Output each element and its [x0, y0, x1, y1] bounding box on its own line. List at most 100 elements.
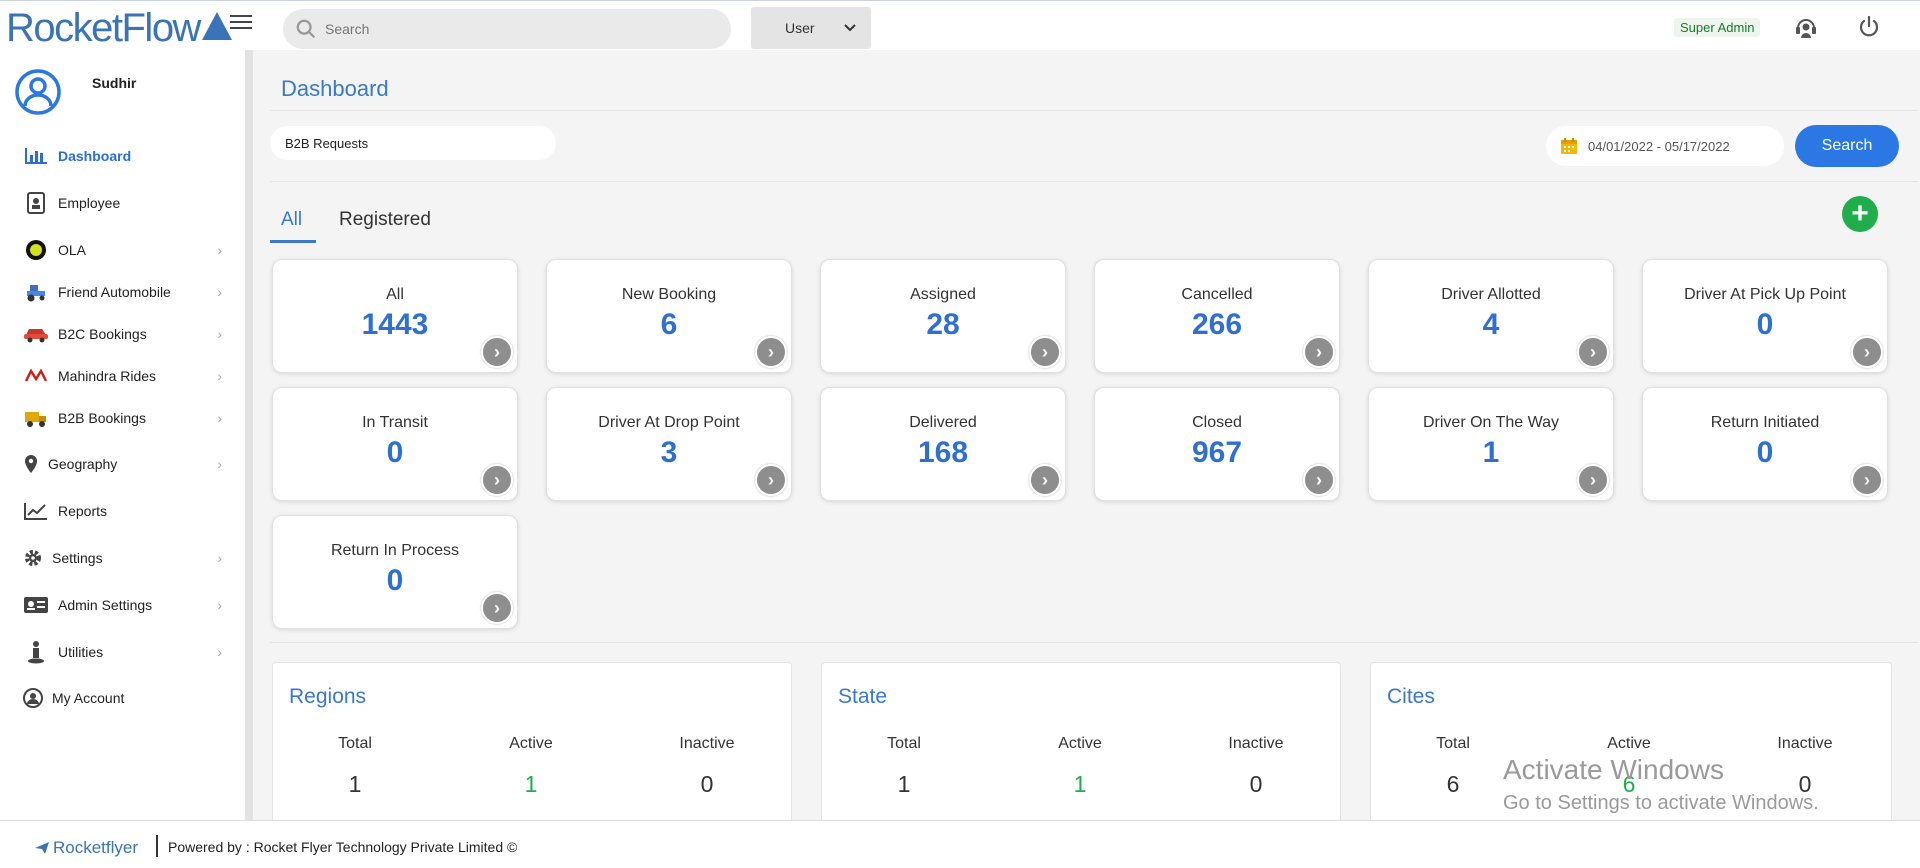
stat-label: Driver At Pick Up Point	[1684, 286, 1846, 303]
inactive-value: 0	[700, 771, 714, 797]
footer-divider	[156, 835, 158, 857]
chevron-right-icon[interactable]: ›	[1851, 464, 1883, 496]
stat-card-driver-at-drop[interactable]: Driver At Drop Point 3 ›	[546, 387, 792, 501]
chevron-right-icon[interactable]: ›	[1577, 336, 1609, 368]
stat-card-all[interactable]: All 1443 ›	[272, 259, 518, 373]
sidebar-item-reports[interactable]: Reports	[22, 499, 222, 523]
total-value: 1	[348, 771, 362, 797]
watermark-title: Activate Windows	[1503, 754, 1724, 785]
user-name: Sudhir	[92, 75, 137, 91]
user-profile[interactable]: Sudhir	[14, 68, 136, 116]
stat-label: Cancelled	[1181, 286, 1253, 303]
sidebar-item-utilities[interactable]: Utilities ›	[22, 640, 222, 664]
sidebar-item-friend-automobile[interactable]: Friend Automobile ›	[22, 280, 222, 304]
sidebar-item-settings[interactable]: Settings ›	[22, 546, 222, 570]
column-header: Inactive	[679, 735, 735, 752]
sidebar-item-b2c-bookings[interactable]: B2C Bookings ›	[22, 322, 222, 346]
column-header: Total	[887, 735, 921, 752]
stat-card-driver-allotted[interactable]: Driver Allotted 4 ›	[1368, 259, 1614, 373]
page-title: Dashboard	[281, 76, 389, 101]
tab-registered[interactable]: Registered	[339, 209, 431, 231]
sidebar-item-mahindra-rides[interactable]: Mahindra Rides ›	[22, 364, 222, 388]
sidebar-item-dashboard[interactable]: Dashboard	[22, 144, 222, 168]
sidebar-item-label: B2C Bookings	[58, 326, 147, 342]
windows-activation-watermark: Activate Windows Go to Settings to activ…	[1503, 754, 1819, 815]
tractor-icon	[22, 280, 50, 304]
total-column: Total 1	[844, 735, 964, 798]
sidebar-item-admin-settings[interactable]: Admin Settings ›	[22, 593, 222, 617]
id-badge-icon	[22, 191, 50, 215]
sidebar-item-label: My Account	[52, 690, 125, 706]
total-value: 6	[1446, 771, 1460, 797]
stat-card-new-booking[interactable]: New Booking 6 ›	[546, 259, 792, 373]
sidebar-item-label: OLA	[58, 242, 87, 258]
chevron-right-icon[interactable]: ›	[1303, 464, 1335, 496]
footer-brand[interactable]: Rocketflyer	[34, 838, 138, 858]
calendar-icon	[1561, 138, 1577, 154]
sidebar-item-employee[interactable]: Employee	[22, 191, 222, 215]
chevron-right-icon[interactable]: ›	[1029, 336, 1061, 368]
chevron-right-icon[interactable]: ›	[481, 592, 513, 624]
add-icon[interactable]: +	[1842, 196, 1878, 232]
stat-value: 4	[1482, 308, 1500, 341]
person-icon	[22, 640, 50, 664]
sidebar-item-b2b-bookings[interactable]: B2B Bookings ›	[22, 406, 222, 430]
request-type-field[interactable]: B2B Requests	[270, 126, 556, 160]
chevron-right-icon[interactable]: ›	[1577, 464, 1609, 496]
search-input[interactable]	[325, 21, 705, 37]
stat-card-assigned[interactable]: Assigned 28 ›	[820, 259, 1066, 373]
tab-all[interactable]: All	[281, 209, 302, 231]
sidebar-item-my-account[interactable]: My Account	[22, 686, 222, 710]
chevron-right-icon[interactable]: ›	[481, 464, 513, 496]
sidebar-item-label: Admin Settings	[58, 597, 153, 613]
sidebar-item-ola[interactable]: OLA ›	[22, 238, 222, 262]
sidebar-item-label: Friend Automobile	[58, 284, 171, 300]
app-logo[interactable]: RocketFlow	[6, 5, 232, 51]
footer: Rocketflyer Powered by : Rocket Flyer Te…	[0, 820, 1920, 868]
stat-card-closed[interactable]: Closed 967 ›	[1094, 387, 1340, 501]
stat-card-return-in-process[interactable]: Return In Process 0 ›	[272, 515, 518, 629]
inactive-column: Inactive 0	[1196, 735, 1316, 798]
power-icon[interactable]	[1856, 14, 1882, 40]
date-range-picker[interactable]: 04/01/2022 - 05/17/2022	[1546, 126, 1784, 166]
stat-card-delivered[interactable]: Delivered 168 ›	[820, 387, 1066, 501]
stat-card-driver-on-the-way[interactable]: Driver On The Way 1 ›	[1368, 387, 1614, 501]
column-header: Active	[1058, 735, 1102, 752]
hamburger-menu-icon[interactable]	[230, 15, 252, 33]
chevron-right-icon: ›	[217, 326, 222, 342]
stat-value: 0	[386, 564, 404, 597]
chevron-right-icon: ›	[217, 284, 222, 300]
active-column: Active 1	[1020, 735, 1140, 798]
stat-value: 1	[1482, 436, 1500, 469]
chevron-right-icon[interactable]: ›	[755, 336, 787, 368]
stat-card-driver-at-pickup[interactable]: Driver At Pick Up Point 0 ›	[1642, 259, 1888, 373]
chevron-right-icon[interactable]: ›	[481, 336, 513, 368]
mahindra-logo-icon	[22, 364, 50, 388]
stat-label: Driver Allotted	[1441, 286, 1541, 303]
search-button[interactable]: Search	[1795, 125, 1899, 167]
sidebar-item-label: Settings	[52, 550, 103, 566]
stat-value: 28	[926, 308, 960, 341]
chevron-right-icon[interactable]: ›	[1851, 336, 1883, 368]
stat-value: 3	[660, 436, 678, 469]
stat-label: In Transit	[362, 414, 428, 431]
chevron-right-icon: ›	[217, 550, 222, 566]
user-type-select[interactable]: User	[751, 7, 871, 49]
stat-label: Closed	[1192, 414, 1242, 431]
chevron-right-icon[interactable]: ›	[755, 464, 787, 496]
footer-brand-text: Rocketflyer	[53, 838, 139, 857]
stat-card-in-transit[interactable]: In Transit 0 ›	[272, 387, 518, 501]
stat-label: All	[386, 286, 404, 303]
stat-card-cancelled[interactable]: Cancelled 266 ›	[1094, 259, 1340, 373]
sidebar-item-geography[interactable]: Geography ›	[22, 452, 222, 476]
chevron-right-icon[interactable]: ›	[1303, 336, 1335, 368]
sidebar-item-label: Reports	[58, 503, 108, 519]
chevron-right-icon[interactable]: ›	[1029, 464, 1061, 496]
line-chart-icon	[22, 499, 50, 523]
stat-value: 6	[660, 308, 678, 341]
stat-value: 266	[1191, 308, 1243, 341]
state-card: State Total 1 Active 1 Inactive 0	[821, 662, 1341, 824]
divider	[270, 642, 1918, 643]
support-agent-icon[interactable]	[1793, 14, 1819, 40]
stat-card-return-initiated[interactable]: Return Initiated 0 ›	[1642, 387, 1888, 501]
